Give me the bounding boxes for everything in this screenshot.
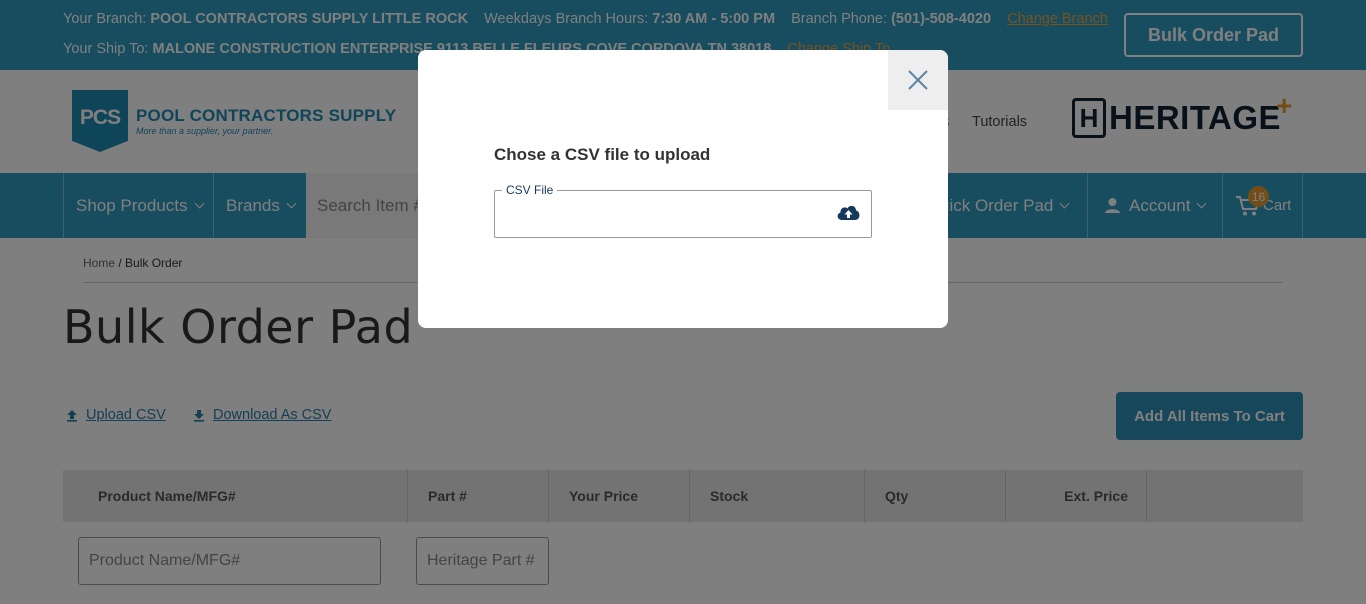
close-icon [908, 70, 928, 90]
csv-file-input[interactable]: CSV File [494, 183, 872, 238]
cloud-upload-icon[interactable] [836, 203, 861, 222]
csv-file-label: CSV File [502, 183, 558, 197]
csv-upload-dialog: Chose a CSV file to upload CSV File [418, 50, 948, 328]
dialog-title: Chose a CSV file to upload [494, 145, 711, 164]
close-button[interactable] [888, 50, 948, 110]
